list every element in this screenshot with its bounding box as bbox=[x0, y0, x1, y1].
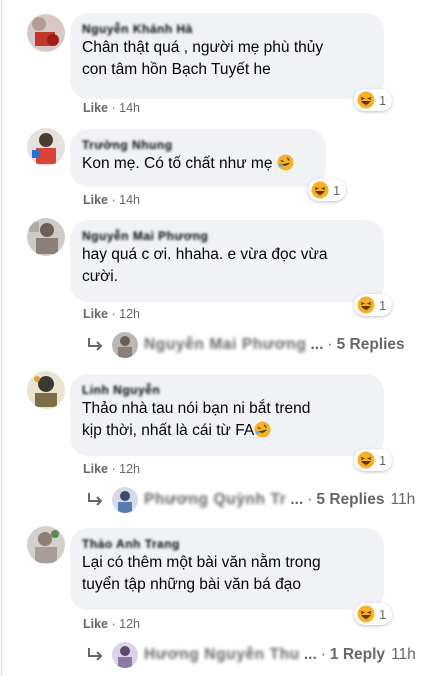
comment-actions: Like · 12h bbox=[83, 307, 140, 321]
comment-author[interactable]: Thảo Anh Trang bbox=[82, 536, 372, 552]
like-link[interactable]: Like bbox=[83, 307, 108, 321]
reply-author: Phương Quỳnh Tr bbox=[144, 491, 287, 508]
avatar[interactable] bbox=[27, 371, 65, 409]
reaction-count: 1 bbox=[333, 182, 341, 198]
reply-avatar bbox=[112, 487, 138, 513]
like-link[interactable]: Like bbox=[83, 462, 108, 476]
reply-arrow-icon bbox=[88, 493, 103, 506]
reaction-badge[interactable]: 1 bbox=[354, 603, 393, 625]
rofl-emoji-icon bbox=[277, 154, 294, 171]
timestamp[interactable]: 12h bbox=[119, 462, 140, 476]
haha-emoji-icon bbox=[311, 181, 329, 199]
comment-text-line: Thảo nhà tau nói bạn ni bắt trend bbox=[82, 400, 311, 417]
comment-actions: Like · 12h bbox=[83, 617, 140, 631]
reaction-badge[interactable]: 1 bbox=[354, 294, 393, 316]
like-link[interactable]: Like bbox=[83, 101, 108, 115]
avatar[interactable] bbox=[27, 526, 65, 564]
comment-bubble: Nguyễn Khánh Hà Chân thật quá , người mẹ… bbox=[70, 13, 384, 99]
reply-author: Hương Nguyễn Thu bbox=[144, 646, 300, 663]
separator: · bbox=[327, 336, 333, 353]
haha-emoji-icon bbox=[357, 605, 375, 623]
comment-text-line: Chân thật quá , người mẹ phù thủy bbox=[82, 39, 324, 56]
comment-bubble: Thảo Anh Trang Lại có thêm một bài văn n… bbox=[70, 528, 384, 610]
timestamp[interactable]: 12h bbox=[119, 307, 140, 321]
comment-actions: Like · 14h bbox=[83, 193, 140, 207]
separator: · bbox=[111, 193, 116, 207]
comment-author[interactable]: Trường Nhung bbox=[82, 137, 314, 153]
reaction-count: 1 bbox=[379, 452, 387, 468]
comment-author[interactable]: Linh Nguyễn bbox=[82, 382, 372, 398]
reply-ellipsis: ... bbox=[303, 646, 317, 663]
comment-text-line: tuyển tập những bài văn bá đạo bbox=[82, 576, 301, 593]
reply-arrow-icon bbox=[88, 338, 103, 351]
reaction-count: 1 bbox=[379, 606, 387, 622]
separator: · bbox=[111, 101, 116, 115]
comment-text-line: kịp thời, nhất là cái từ FA bbox=[82, 422, 255, 439]
reaction-badge[interactable]: 1 bbox=[354, 449, 393, 471]
comment-text-line: Kon mẹ. Có tố chất như mẹ bbox=[82, 155, 273, 172]
reply-timestamp: 11h bbox=[390, 491, 416, 508]
haha-emoji-icon bbox=[357, 91, 375, 109]
comment-text: kịp thời, nhất là cái từ FA bbox=[82, 420, 372, 442]
view-replies-row[interactable]: Nguyễn Mai Phương ... · 5 Replies bbox=[86, 332, 405, 358]
like-link[interactable]: Like bbox=[83, 193, 108, 207]
timestamp[interactable]: 12h bbox=[119, 617, 140, 631]
comment-author[interactable]: Nguyễn Mai Phương bbox=[82, 228, 372, 244]
comment-bubble: Trường Nhung Kon mẹ. Có tố chất như mẹ bbox=[70, 129, 326, 187]
comment-actions: Like · 12h bbox=[83, 462, 140, 476]
reply-arrow-icon bbox=[88, 648, 103, 661]
replies-count[interactable]: 1 Reply bbox=[330, 646, 385, 664]
comment-text-line: cười. bbox=[82, 268, 119, 285]
haha-emoji-icon bbox=[357, 451, 375, 469]
haha-emoji-icon bbox=[357, 296, 375, 314]
comment-text-line: con tâm hồn Bạch Tuyết he bbox=[82, 61, 271, 78]
reply-avatar bbox=[112, 332, 138, 358]
reply-ellipsis: ... bbox=[290, 491, 304, 508]
avatar[interactable] bbox=[27, 218, 65, 256]
reply-avatar bbox=[112, 642, 138, 668]
separator: · bbox=[111, 617, 116, 631]
comment-text: Kon mẹ. Có tố chất như mẹ bbox=[82, 153, 314, 175]
comment-author[interactable]: Nguyễn Khánh Hà bbox=[82, 21, 372, 37]
comment-text-line: hay quá c ơi. hhaha. e vừa đọc vừa bbox=[82, 246, 328, 263]
rofl-emoji-icon bbox=[254, 421, 271, 438]
replies-count[interactable]: 5 Replies bbox=[316, 491, 384, 509]
comment-actions: Like · 14h bbox=[83, 101, 140, 115]
reply-ellipsis: ... bbox=[310, 336, 324, 353]
comment-text-line: Lại có thêm một bài văn nằm trong bbox=[82, 554, 321, 571]
reaction-badge[interactable]: 1 bbox=[308, 179, 347, 201]
comment-bubble: Linh Nguyễn Thảo nhà tau nói bạn ni bắt … bbox=[70, 374, 384, 456]
reaction-count: 1 bbox=[379, 92, 387, 108]
separator: · bbox=[111, 462, 116, 476]
replies-count[interactable]: 5 Replies bbox=[337, 336, 405, 354]
timestamp[interactable]: 14h bbox=[119, 101, 140, 115]
view-replies-row[interactable]: Hương Nguyễn Thu ... · 1 Reply 11h bbox=[86, 642, 416, 668]
avatar[interactable] bbox=[27, 128, 65, 166]
separator: · bbox=[111, 307, 116, 321]
like-link[interactable]: Like bbox=[83, 617, 108, 631]
left-border bbox=[1, 0, 2, 676]
reply-timestamp: 11h bbox=[391, 646, 416, 663]
separator: · bbox=[307, 491, 313, 508]
reaction-badge[interactable]: 1 bbox=[354, 89, 393, 111]
reaction-count: 1 bbox=[379, 297, 387, 313]
separator: · bbox=[320, 646, 326, 663]
avatar[interactable] bbox=[27, 14, 65, 52]
timestamp[interactable]: 14h bbox=[119, 193, 140, 207]
comment-bubble: Nguyễn Mai Phương hay quá c ơi. hhaha. e… bbox=[70, 220, 384, 302]
reply-author: Nguyễn Mai Phương bbox=[144, 336, 307, 353]
view-replies-row[interactable]: Phương Quỳnh Tr ... · 5 Replies 11h bbox=[86, 487, 415, 513]
